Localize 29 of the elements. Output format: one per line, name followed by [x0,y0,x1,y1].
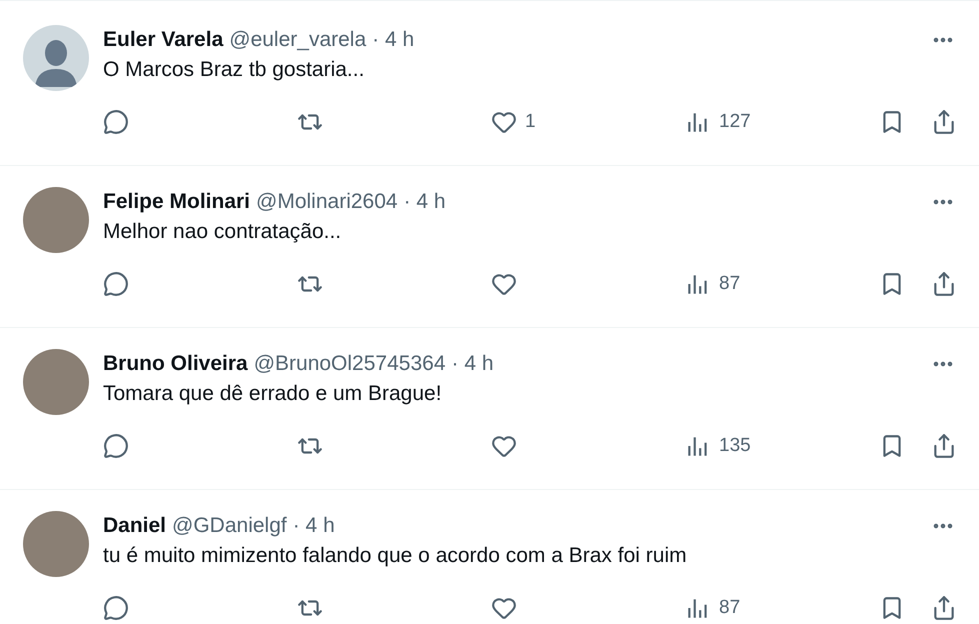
reply-icon[interactable] [103,595,129,621]
post-time: · 4 h [292,514,335,538]
reply-text: Tomara que dê errado e um Brague! [103,381,443,407]
author-name[interactable]: Felipe Molinari [103,190,250,214]
author-handle[interactable]: @euler_varela [229,28,366,52]
reply-text: Melhor nao contratação... [103,219,342,245]
post-time: · 4 h [452,352,494,376]
like-icon[interactable] [491,271,517,297]
like-icon[interactable] [491,433,517,459]
reply-icon[interactable] [103,271,129,297]
like-count: 1 [525,111,536,133]
like-icon[interactable] [491,109,517,135]
author-handle[interactable]: @GDanielgf [172,514,287,538]
view-count: 87 [719,597,740,619]
reply-icon[interactable] [103,433,129,459]
reply-icon[interactable] [103,109,129,135]
author-name[interactable]: Bruno Oliveira [103,352,248,376]
like-icon[interactable] [491,595,517,621]
reply-text: O Marcos Braz tb gostaria... [103,57,366,83]
author-handle[interactable]: @BrunoOl25745364 [254,352,446,376]
view-count: 87 [719,273,740,295]
view-count: 127 [719,111,751,133]
post-time: · 4 h [404,190,446,214]
author-name[interactable]: Daniel [103,514,166,538]
author-name[interactable]: Euler Varela [103,28,224,52]
view-count: 135 [719,435,751,457]
author-handle[interactable]: @Molinari2604 [256,190,398,214]
reply-text: tu é muito mimizento falando que o acordo com a Brax foi ruim [103,543,688,569]
post-time: · 4 h [372,28,414,52]
